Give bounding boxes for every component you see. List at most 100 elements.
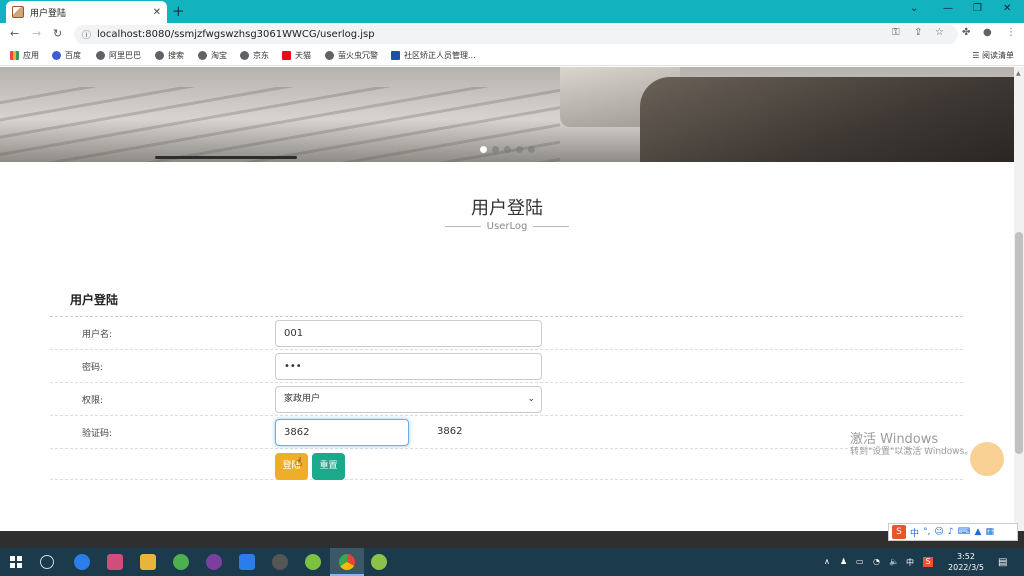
reset-button[interactable]: 重置 xyxy=(312,453,345,480)
globe-icon xyxy=(325,51,334,60)
banner-carousel xyxy=(0,67,1014,162)
carousel-dot[interactable] xyxy=(528,146,535,153)
profile-icon[interactable]: ● xyxy=(983,27,992,38)
teamviewer-icon[interactable] xyxy=(74,554,90,570)
carousel-dots xyxy=(480,146,535,153)
forward-icon[interactable]: → xyxy=(32,27,41,40)
bookmark-star-icon[interactable]: ☆ xyxy=(935,27,944,38)
browser-tab[interactable]: 用户登陆 ✕ xyxy=(6,1,167,23)
login-button[interactable]: 登陆 xyxy=(275,453,308,480)
divider xyxy=(444,225,481,227)
menu-icon[interactable]: ⋮ xyxy=(1006,27,1016,38)
password-label: 密码: xyxy=(82,363,104,373)
clock-date: 2022/3/5 xyxy=(948,563,984,572)
tab-search-icon[interactable]: ⌄ xyxy=(910,3,918,14)
close-tab-icon[interactable]: ✕ xyxy=(153,7,161,18)
extensions-icon[interactable]: ✤ xyxy=(962,27,970,38)
bookmark-tmall[interactable]: 天猫 xyxy=(282,50,311,61)
captcha-code[interactable]: 3862 xyxy=(437,426,462,437)
scroll-up-icon[interactable]: ▲ xyxy=(1016,70,1021,77)
page-title: 用户登陆 xyxy=(471,198,543,219)
form-row-password: 密码: ••• xyxy=(50,350,963,383)
page-favicon-icon xyxy=(12,6,24,18)
bookmarks-bar: 应用 百度 阿里巴巴 搜索 淘宝 京东 天猫 萤火虫冗警 社区矫正人员管理...… xyxy=(0,46,1024,66)
scrollbar-thumb[interactable] xyxy=(1015,232,1023,454)
carousel-dot[interactable] xyxy=(504,146,511,153)
ime-mode[interactable]: 中 xyxy=(910,526,919,539)
maximize-icon[interactable]: ❐ xyxy=(973,3,982,14)
browser-tab-bar: 用户登陆 ✕ + ⌄ — ❐ ✕ xyxy=(0,0,1024,23)
bookmark-community[interactable]: 社区矫正人员管理... xyxy=(391,50,476,61)
wps-icon[interactable] xyxy=(239,554,255,570)
battery-icon[interactable]: ▭ xyxy=(856,557,864,566)
keyboard-icon[interactable]: ⌨ xyxy=(958,527,971,537)
key-icon[interactable]: ⚿ xyxy=(892,27,900,38)
emoji-icon[interactable]: ☺ xyxy=(934,527,943,537)
sogou-icon[interactable]: S xyxy=(892,525,906,539)
page-subtitle: UserLog xyxy=(0,221,1014,232)
bookmark-search[interactable]: 搜索 xyxy=(155,50,184,61)
system-clock[interactable]: 3:52 2022/3/5 xyxy=(946,551,986,573)
carousel-dot[interactable] xyxy=(492,146,499,153)
bookmark-baidu[interactable]: 百度 xyxy=(52,50,81,61)
app-icon[interactable] xyxy=(206,554,222,570)
tab-title: 用户登陆 xyxy=(30,8,67,19)
back-icon[interactable]: ← xyxy=(10,27,19,40)
captcha-input[interactable]: 3862 xyxy=(275,419,409,446)
baidu-icon xyxy=(52,51,61,60)
file-explorer-icon[interactable] xyxy=(140,554,156,570)
volume-icon[interactable]: 🔈 xyxy=(889,557,899,566)
tray-app-icon[interactable]: ♟ xyxy=(840,557,847,566)
globe-icon xyxy=(240,51,249,60)
bookmark-apps[interactable]: 应用 xyxy=(10,50,39,61)
app-icon[interactable] xyxy=(107,554,123,570)
globe-icon xyxy=(96,51,105,60)
network-icon[interactable]: ◔ xyxy=(873,557,880,566)
skin-icon[interactable]: ▲ xyxy=(975,527,982,537)
reload-icon[interactable]: ↻ xyxy=(53,27,62,40)
username-label: 用户名: xyxy=(82,330,113,340)
app-icon[interactable] xyxy=(173,554,189,570)
role-select[interactable]: 家政用户 ⌄ xyxy=(275,386,542,413)
password-input[interactable]: ••• xyxy=(275,353,542,380)
pc-icon xyxy=(391,51,400,60)
form-row-role: 权限: 家政用户 ⌄ xyxy=(50,383,963,416)
new-tab-icon[interactable]: + xyxy=(172,2,185,20)
clock-time: 3:52 xyxy=(957,552,975,561)
app-icon[interactable] xyxy=(305,554,321,570)
login-form: 用户名: 001 密码: ••• 权限: 家政用户 ⌄ 验证码: 3862 38… xyxy=(50,316,963,480)
banner-scroll-indicator xyxy=(155,156,297,159)
site-info-icon[interactable]: ⓘ xyxy=(82,28,91,41)
page-footer xyxy=(0,531,1024,548)
form-heading: 用户登陆 xyxy=(70,293,119,307)
carousel-dot[interactable] xyxy=(516,146,523,153)
address-bar[interactable]: ⓘ localhost:8080/ssmjzfwgswzhsg3061WWCG/… xyxy=(74,25,958,44)
reading-list[interactable]: ☰ 阅读清单 xyxy=(972,50,1014,61)
username-input[interactable]: 001 xyxy=(275,320,542,347)
grid-icon[interactable]: ▦ xyxy=(985,527,994,537)
bookmark-jd[interactable]: 京东 xyxy=(240,50,269,61)
bookmark-alibaba[interactable]: 阿里巴巴 xyxy=(96,50,141,61)
punctuation-icon[interactable]: °, xyxy=(923,527,930,537)
sogou-tray-icon[interactable]: S xyxy=(923,557,933,567)
tmall-icon xyxy=(282,51,291,60)
close-window-icon[interactable]: ✕ xyxy=(1003,3,1011,14)
notification-icon[interactable]: ▤ xyxy=(998,557,1007,568)
windows-start-icon[interactable] xyxy=(10,556,22,568)
ime-toolbar[interactable]: S 中 °, ☺ ♪ ⌨ ▲ ▦ xyxy=(888,523,1018,541)
task-view-icon[interactable] xyxy=(40,555,54,569)
microphone-icon[interactable]: ♪ xyxy=(948,527,954,537)
settings-gear-icon[interactable] xyxy=(272,554,288,570)
bookmark-taobao[interactable]: 淘宝 xyxy=(198,50,227,61)
back-to-top-button[interactable] xyxy=(970,442,1004,476)
carousel-dot[interactable] xyxy=(480,146,487,153)
captcha-label: 验证码: xyxy=(82,429,113,439)
bookmark-firefly[interactable]: 萤火虫冗警 xyxy=(325,50,378,61)
tray-overflow-icon[interactable]: ∧ xyxy=(824,557,830,566)
ime-indicator[interactable]: 中 xyxy=(906,557,914,568)
page-scrollbar[interactable]: ▲ ▼ xyxy=(1014,67,1024,548)
banner-floor-image xyxy=(0,87,560,162)
minimize-icon[interactable]: — xyxy=(943,3,953,14)
app-icon[interactable] xyxy=(371,554,387,570)
share-icon[interactable]: ⇪ xyxy=(914,27,922,38)
